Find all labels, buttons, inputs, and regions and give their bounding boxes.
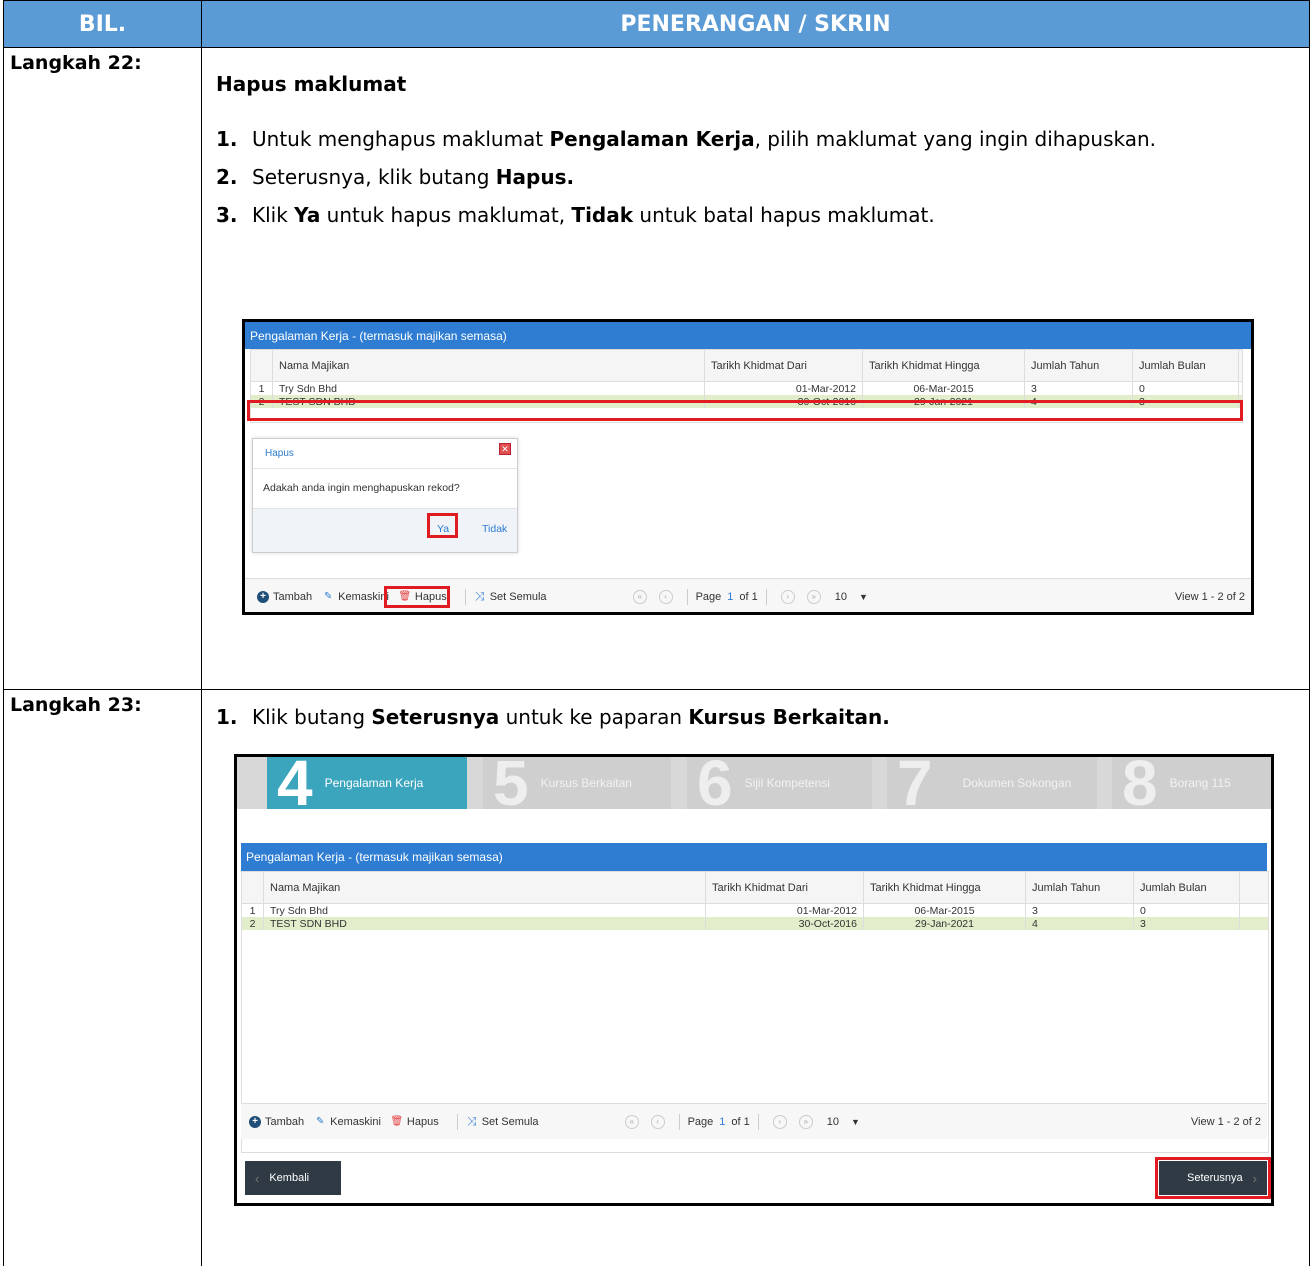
list-item: 2. Seterusnya, klik butang Hapus. [216, 162, 1296, 192]
col-jumlah-bulan[interactable]: Jumlah Bulan [1133, 350, 1239, 381]
item-number: 1. [216, 705, 238, 729]
highlight-hapus-button [384, 586, 450, 608]
view-count: View 1 - 2 of 2 [1174, 590, 1245, 603]
step22-content-cell: Hapus maklumat 1. Untuk menghapus maklum… [201, 47, 1310, 690]
item-text: Seterusnya, klik butang Hapus. [252, 165, 575, 189]
page-input[interactable]: 1 [727, 591, 733, 603]
step23-list: 1. Klik butang Seterusnya untuk ke papar… [216, 702, 1296, 740]
rows-per-page-select[interactable]: 10 [827, 1116, 839, 1128]
pager: « ‹ Page 1 of 1 › » 10 ▼ [627, 588, 868, 605]
col-nama-majikan[interactable]: Nama Majikan [264, 872, 706, 903]
rows-per-page-select[interactable]: 10 [835, 591, 847, 603]
list-item: 1. Untuk menghapus maklumat Pengalaman K… [216, 124, 1296, 154]
trash-icon: 🗑 [390, 1116, 404, 1127]
col-tarikh-dari[interactable]: Tarikh Khidmat Dari [706, 872, 864, 903]
last-page-icon[interactable]: » [798, 1114, 813, 1129]
grid-title: Pengalaman Kerja - (termasuk majikan sem… [241, 843, 1267, 871]
pager: « ‹ Page 1 of 1 › » 10 ▼ [619, 1113, 860, 1130]
item-text: Untuk menghapus maklumat Pengalaman Kerj… [252, 127, 1157, 151]
col-tarikh-hingga[interactable]: Tarikh Khidmat Hingga [863, 350, 1025, 381]
wizard-step-6[interactable]: 6 Sijil Kompetensi [687, 757, 872, 815]
next-page-icon[interactable]: › [780, 589, 795, 604]
prev-page-icon[interactable]: ‹ [650, 1114, 665, 1129]
close-icon[interactable]: ✕ [499, 443, 511, 455]
shuffle-icon: ⤨ [466, 1114, 477, 1128]
highlight-selected-row [247, 400, 1243, 421]
step23-content-cell: 1. Klik butang Seterusnya untuk ke papar… [201, 689, 1310, 1266]
highlight-yes-button [427, 513, 458, 538]
wizard-step-4[interactable]: 4 Pengalaman Kerja [267, 757, 467, 815]
step22-label-cell: Langkah 22: [3, 47, 202, 690]
col-jumlah-tahun[interactable]: Jumlah Tahun [1026, 872, 1134, 903]
wizard-step-5[interactable]: 5 Kursus Berkaitan [483, 757, 671, 815]
item-text: Klik Ya untuk hapus maklumat, Tidak untu… [252, 203, 935, 227]
dialog-title: Hapus [253, 439, 517, 469]
item-number: 3. [216, 203, 238, 227]
col-jumlah-tahun[interactable]: Jumlah Tahun [1025, 350, 1133, 381]
tambah-button[interactable]: + Tambah [257, 590, 312, 603]
page-input[interactable]: 1 [719, 1116, 725, 1128]
grid-header-row: Nama Majikan Tarikh Khidmat Dari Tarikh … [251, 350, 1242, 382]
pencil-icon: ✎ [323, 591, 333, 602]
no-button[interactable]: Tidak [482, 523, 507, 535]
pencil-icon: ✎ [315, 1116, 325, 1127]
view-count: View 1 - 2 of 2 [1190, 1115, 1261, 1128]
step23-label: Langkah 23: [10, 694, 142, 716]
page-label: Page [687, 1115, 714, 1128]
shuffle-icon: ⤨ [474, 589, 485, 603]
first-page-icon[interactable]: « [632, 589, 647, 604]
tambah-button[interactable]: + Tambah [249, 1115, 304, 1128]
table-row[interactable]: 1 Try Sdn Bhd 01-Mar-2012 06-Mar-2015 3 … [242, 904, 1268, 917]
plus-icon: + [249, 1115, 261, 1128]
item-number: 1. [216, 127, 238, 151]
item-number: 2. [216, 165, 238, 189]
list-item: 3. Klik Ya untuk hapus maklumat, Tidak u… [216, 200, 1296, 230]
screenshot-seterusnya: 4 Pengalaman Kerja 5 Kursus Berkaitan 6 Sij… [234, 754, 1274, 1206]
header-penerangan: PENERANGAN / SKRIN [201, 0, 1310, 48]
col-jumlah-bulan[interactable]: Jumlah Bulan [1134, 872, 1240, 903]
grid-toolbar: + Tambah ✎ Kemaskini 🗑 Hapus ⤨ Set Semula « … [241, 1103, 1267, 1139]
grid-title: Pengalaman Kerja - (termasuk majikan sem… [245, 322, 1251, 349]
dialog-message: Adakah anda ingin menghapuskan rekod? [263, 482, 460, 494]
page-total: of 1 [739, 590, 758, 603]
prev-page-icon[interactable]: ‹ [658, 589, 673, 604]
col-nama-majikan[interactable]: Nama Majikan [273, 350, 705, 381]
page-total: of 1 [731, 1115, 750, 1128]
item-text: Klik butang Seterusnya untuk ke paparan … [252, 705, 890, 729]
back-button[interactable]: ‹ Kembali [245, 1161, 341, 1195]
hapus-dialog: Hapus ✕ Adakah anda ingin menghapuskan r… [252, 438, 518, 553]
list-item: 1. Klik butang Seterusnya untuk ke papar… [216, 702, 1296, 732]
kemaskini-button[interactable]: ✎ Kemaskini [314, 1116, 381, 1128]
dialog-footer: Ya Tidak [253, 508, 517, 552]
highlight-next-button [1155, 1157, 1271, 1199]
next-page-icon[interactable]: › [772, 1114, 787, 1129]
document-page: BIL. PENERANGAN / SKRIN Langkah 22: Hapu… [3, 0, 1310, 1266]
set-semula-button[interactable]: ⤨ Set Semula [474, 589, 547, 603]
table-row-selected[interactable]: 2 TEST SDN BHD 30-Oct-2016 29-Jan-2021 4… [242, 917, 1268, 930]
step23-label-cell: Langkah 23: [3, 689, 202, 1266]
hapus-button[interactable]: 🗑 Hapus [391, 1116, 439, 1128]
col-tarikh-hingga[interactable]: Tarikh Khidmat Hingga [864, 872, 1026, 903]
step22-list: 1. Untuk menghapus maklumat Pengalaman K… [216, 124, 1296, 238]
plus-icon: + [257, 590, 269, 603]
step22-heading: Hapus maklumat [216, 72, 407, 96]
set-semula-button[interactable]: ⤨ Set Semula [466, 1114, 539, 1128]
chevron-down-icon[interactable]: ▼ [859, 592, 868, 602]
last-page-icon[interactable]: » [806, 589, 821, 604]
wizard-step-7[interactable]: 7 Dokumen Sokongan [887, 757, 1097, 815]
chevron-left-icon: ‹ [255, 1170, 260, 1186]
screenshot-hapus: Pengalaman Kerja - (termasuk majikan sem… [242, 319, 1254, 615]
grid-header-row: Nama Majikan Tarikh Khidmat Dari Tarikh … [242, 872, 1268, 904]
chevron-down-icon[interactable]: ▼ [851, 1117, 860, 1127]
wizard-steps: 4 Pengalaman Kerja 5 Kursus Berkaitan 6 Sij… [237, 757, 1271, 815]
table-row[interactable]: 1 Try Sdn Bhd 01-Mar-2012 06-Mar-2015 3 … [251, 382, 1242, 395]
step22-label: Langkah 22: [10, 52, 142, 74]
col-tarikh-dari[interactable]: Tarikh Khidmat Dari [705, 350, 863, 381]
header-bil: BIL. [3, 0, 202, 48]
kemaskini-button[interactable]: ✎ Kemaskini [322, 591, 389, 603]
first-page-icon[interactable]: « [624, 1114, 639, 1129]
page-label: Page [695, 590, 722, 603]
wizard-step-8[interactable]: 8 Borang 115 [1112, 757, 1271, 815]
